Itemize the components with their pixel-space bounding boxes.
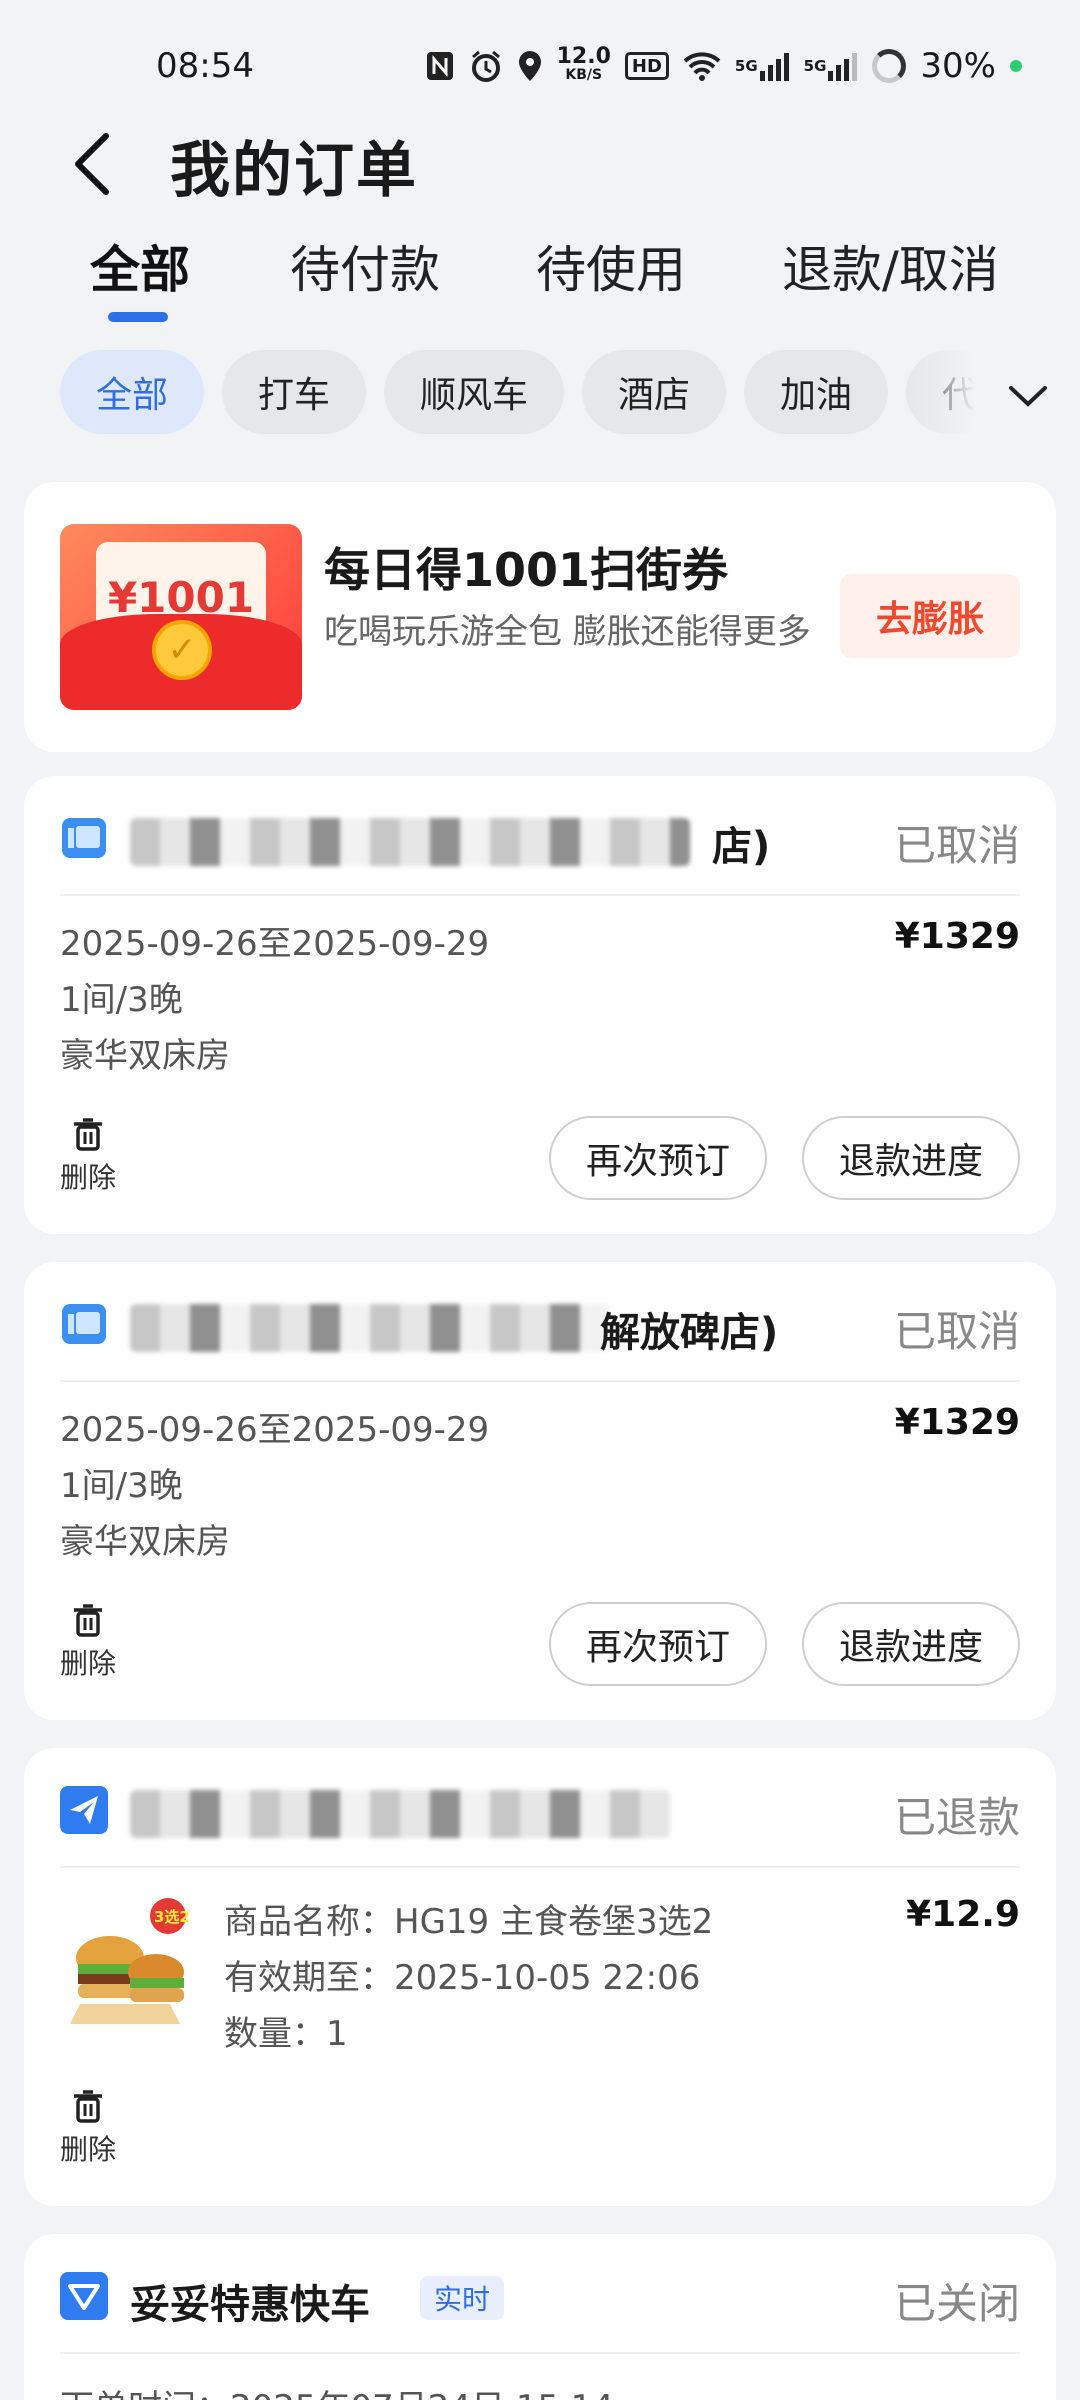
page-title: 我的订单	[170, 136, 418, 206]
order-card-coupon[interactable]: 已退款 3选2 商品名称：HG19 主食卷堡3选2 有效期至：2025-10-0…	[24, 1748, 1056, 2206]
room-nights: 1间/3晚	[60, 980, 183, 1020]
promo-expand-button[interactable]: 去膨胀	[840, 574, 1020, 658]
room-type: 豪华双床房	[60, 1522, 230, 1562]
order-price: ¥12.9	[906, 1894, 1020, 1935]
hd-icon: HD	[624, 52, 669, 80]
rebook-button[interactable]: 再次预订	[549, 1602, 767, 1686]
shop-name-redacted	[130, 1790, 670, 1838]
order-tabs: 全部 待付款 待使用 退款/取消	[0, 230, 1080, 330]
hotel-icon	[62, 1304, 106, 1344]
net-speed: 12.0 KB/S	[556, 44, 611, 84]
valid-until: 有效期至：2025-10-05 22:06	[224, 1958, 701, 1998]
back-button[interactable]	[62, 124, 122, 204]
order-price: ¥1329	[894, 916, 1020, 957]
burger-badge: 3选2	[154, 1908, 190, 1926]
quantity: 数量：1	[224, 2014, 348, 2054]
nfc-icon	[425, 48, 455, 84]
stay-dates: 2025-09-26至2025-09-29	[60, 924, 490, 964]
promo-red-envelope-image: ¥1001 ✓	[60, 524, 302, 710]
privacy-dot-icon	[1010, 60, 1022, 72]
chevron-left-icon	[75, 133, 109, 195]
chip-taxi[interactable]: 打车	[222, 350, 366, 434]
expand-chips-button[interactable]	[1000, 368, 1056, 424]
tab-indicator	[108, 312, 168, 322]
delete-button[interactable]: 删除	[60, 2088, 116, 2168]
chip-carpool[interactable]: 顺风车	[384, 350, 564, 434]
chip-fuel[interactable]: 加油	[744, 350, 888, 434]
product-name: 商品名称：HG19 主食卷堡3选2	[224, 1902, 714, 1942]
shop-name-tail: 店)	[712, 824, 771, 870]
promo-desc: 吃喝玩乐游全包 膨胀还能得更多	[324, 612, 811, 652]
header: 我的订单	[0, 110, 1080, 220]
trash-icon	[74, 1118, 102, 1151]
realtime-tag: 实时	[420, 2276, 505, 2320]
refund-progress-button[interactable]: 退款进度	[802, 1602, 1020, 1686]
trash-icon	[74, 2090, 102, 2123]
tab-all[interactable]: 全部	[90, 230, 190, 302]
tab-to-use[interactable]: 待使用	[536, 230, 686, 302]
order-card-hotel-2[interactable]: 解放碑店) 已取消 2025-09-26至2025-09-29 1间/3晚 豪华…	[24, 1262, 1056, 1720]
order-card-ride[interactable]: 妥妥特惠快车 实时 已关闭 下单时间：2025年07月24日 15:14	[24, 2234, 1056, 2400]
promo-title: 每日得1001扫街券	[324, 543, 729, 597]
signal-5g-icon: 5G	[735, 48, 790, 84]
chip-all[interactable]: 全部	[60, 350, 204, 434]
signal-5g-icon-2: 5G	[804, 48, 859, 84]
chip-hotel[interactable]: 酒店	[582, 350, 726, 434]
order-price: ¥1329	[894, 1402, 1020, 1443]
status-time: 08:54	[156, 46, 254, 86]
hotel-icon	[62, 818, 106, 858]
order-status: 已取消	[893, 1307, 1020, 1356]
shop-name-redacted	[130, 1304, 610, 1352]
chevron-down-icon	[1009, 386, 1047, 407]
category-chips: 全部 打车 顺风车 酒店 加油 代	[0, 348, 1080, 438]
refund-progress-button[interactable]: 退款进度	[802, 1116, 1020, 1200]
rebook-button[interactable]: 再次预订	[549, 1116, 767, 1200]
order-status: 已退款	[893, 1793, 1020, 1842]
delete-button[interactable]: 删除	[60, 1116, 116, 1196]
battery-icon	[872, 49, 907, 83]
room-type: 豪华双床房	[60, 1036, 230, 1076]
check-coin-icon: ✓	[152, 620, 212, 680]
tab-pending-payment[interactable]: 待付款	[290, 230, 440, 302]
room-nights: 1间/3晚	[60, 1466, 183, 1506]
promo-card[interactable]: ¥1001 ✓ 每日得1001扫街券 吃喝玩乐游全包 膨胀还能得更多 去膨胀	[24, 482, 1056, 752]
ride-app-icon	[60, 2272, 108, 2320]
battery-percent: 30%	[920, 46, 996, 86]
ride-name: 妥妥特惠快车	[130, 2282, 370, 2328]
shop-name-tail: 解放碑店)	[600, 1310, 779, 1356]
trash-icon	[74, 1604, 102, 1637]
delete-button[interactable]: 删除	[60, 1602, 116, 1682]
tab-refund-cancel[interactable]: 退款/取消	[782, 230, 999, 302]
order-status: 已关闭	[893, 2279, 1020, 2328]
delete-label: 删除	[60, 1647, 117, 1680]
delete-label: 删除	[60, 2133, 117, 2166]
stay-dates: 2025-09-26至2025-09-29	[60, 1410, 490, 1450]
order-status: 已取消	[893, 821, 1020, 870]
location-icon	[517, 48, 543, 84]
order-time: 下单时间：2025年07月24日 15:14	[60, 2380, 614, 2400]
alarm-icon	[469, 48, 503, 84]
paper-plane-icon	[60, 1786, 108, 1834]
order-card-hotel-1[interactable]: 店) 已取消 2025-09-26至2025-09-29 1间/3晚 豪华双床房…	[24, 776, 1056, 1234]
burger-image: 3选2	[60, 1894, 200, 2034]
delete-label: 删除	[60, 1161, 117, 1194]
chips-fade	[905, 348, 975, 438]
wifi-icon	[683, 48, 721, 84]
shop-name-redacted	[130, 818, 690, 866]
